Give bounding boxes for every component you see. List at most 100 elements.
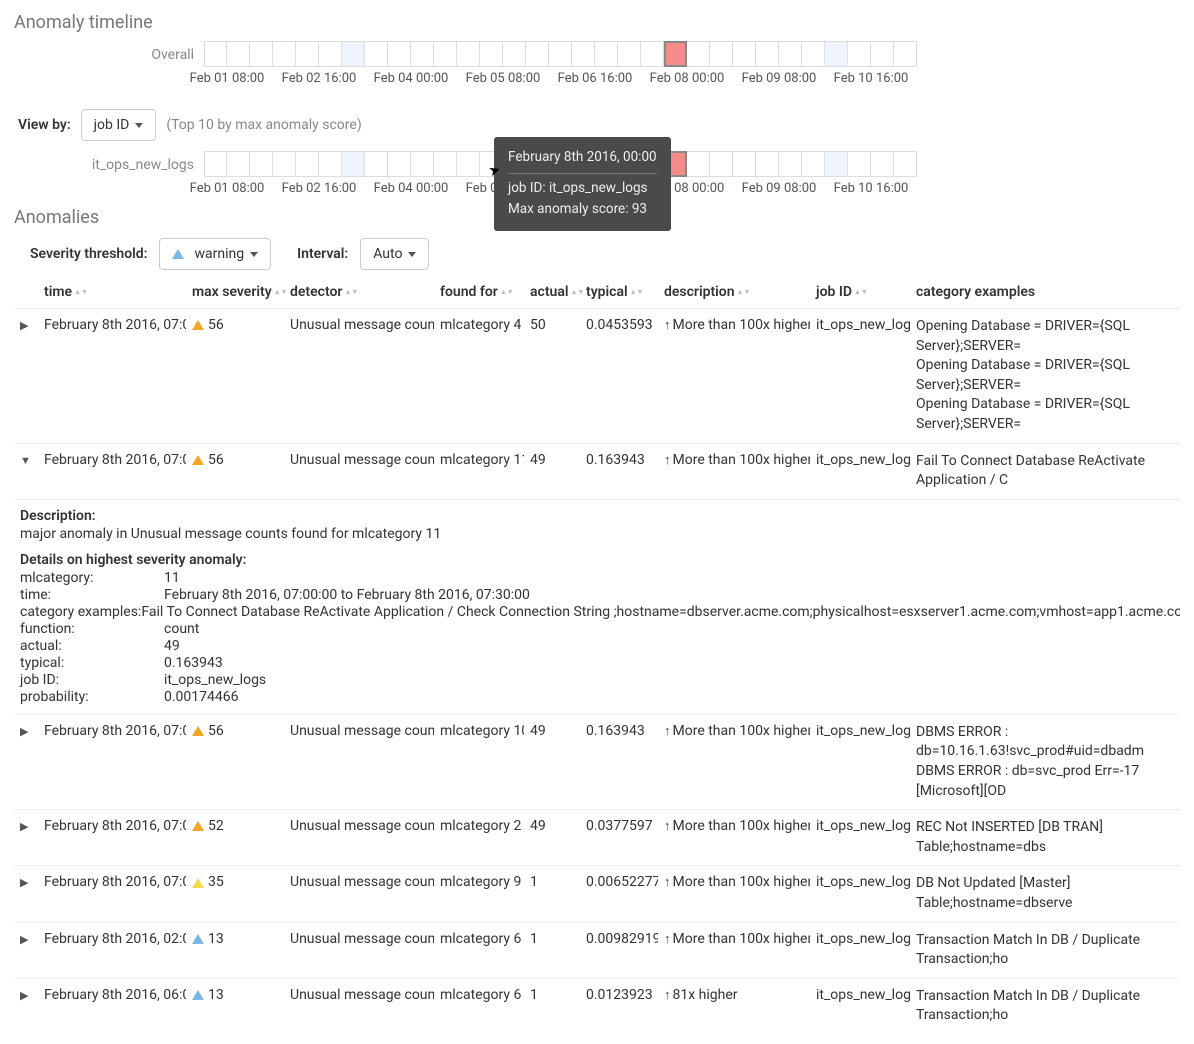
timeline-cell[interactable] <box>227 151 250 177</box>
table-row[interactable]: ▼February 8th 2016, 07:0056Unusual messa… <box>14 443 1180 499</box>
row-expander[interactable]: ▶ <box>20 933 36 946</box>
detail-key: function: <box>20 621 164 637</box>
detail-value: 49 <box>164 638 180 654</box>
timeline-cell[interactable] <box>342 151 365 177</box>
cell-found-for: mlcategory 10 <box>434 714 524 809</box>
cell-found-for: mlcategory 11 <box>434 443 524 499</box>
cell-typical: 0.0377597 <box>580 810 658 866</box>
col-max-severity[interactable]: max severity▲▼ <box>186 276 284 309</box>
timeline-cell[interactable] <box>434 41 457 67</box>
timeline-cell[interactable] <box>687 41 710 67</box>
timeline-cell[interactable] <box>894 41 917 67</box>
expanded-description-label: Description: <box>20 508 1174 524</box>
row-expander[interactable]: ▶ <box>20 319 36 332</box>
timeline-cell[interactable] <box>871 41 894 67</box>
timeline-cell[interactable] <box>526 41 549 67</box>
timeline-cell[interactable] <box>273 151 296 177</box>
viewby-label: View by: <box>18 117 71 133</box>
timeline-cell[interactable] <box>503 41 526 67</box>
col-job-id[interactable]: job ID▲▼ <box>810 276 910 309</box>
timeline-cell[interactable] <box>756 151 779 177</box>
timeline-cell[interactable] <box>710 41 733 67</box>
timeline-cell[interactable] <box>779 41 802 67</box>
viewby-selected: job ID <box>94 117 130 133</box>
timeline-cell[interactable] <box>802 41 825 67</box>
timeline-cell[interactable] <box>572 41 595 67</box>
cell-job-id: it_ops_new_logs <box>810 866 910 922</box>
timeline-cell[interactable] <box>733 151 756 177</box>
timeline-cell[interactable] <box>480 41 503 67</box>
cell-description: ↑More than 100x higher <box>658 714 810 809</box>
col-found-for[interactable]: found for▲▼ <box>434 276 524 309</box>
viewby-dropdown[interactable]: job ID <box>81 109 157 141</box>
timeline-cell[interactable] <box>871 151 894 177</box>
row-expander[interactable]: ▶ <box>20 876 36 889</box>
cell-severity: 35 <box>186 866 284 922</box>
timeline-cell[interactable] <box>296 151 319 177</box>
timeline-cell[interactable] <box>411 151 434 177</box>
timeline-cell[interactable] <box>618 41 641 67</box>
col-actual[interactable]: actual▲▼ <box>524 276 580 309</box>
timeline-cell[interactable] <box>802 151 825 177</box>
timeline-cell[interactable] <box>204 41 227 67</box>
timeline-cell[interactable] <box>848 41 871 67</box>
threshold-dropdown[interactable]: warning <box>159 238 271 270</box>
timeline-cell[interactable] <box>457 41 480 67</box>
timeline-cell[interactable] <box>319 41 342 67</box>
timeline-cell[interactable] <box>204 151 227 177</box>
overall-timeline-grid[interactable] <box>204 41 917 67</box>
table-header-row: time▲▼ max severity▲▼ detector▲▼ found f… <box>14 276 1180 309</box>
cell-found-for: mlcategory 2 <box>434 810 524 866</box>
timeline-cell[interactable] <box>319 151 342 177</box>
timeline-cell[interactable] <box>434 151 457 177</box>
table-row[interactable]: ▶February 8th 2016, 07:0056Unusual messa… <box>14 309 1180 444</box>
timeline-cell[interactable] <box>549 41 572 67</box>
table-row[interactable]: ▶February 8th 2016, 07:0056Unusual messa… <box>14 714 1180 809</box>
cell-actual: 1 <box>524 922 580 978</box>
timeline-cell[interactable] <box>641 41 664 67</box>
detail-value: Fail To Connect Database ReActivate Appl… <box>141 604 1180 620</box>
timeline-cell[interactable] <box>756 41 779 67</box>
timeline-cell[interactable] <box>779 151 802 177</box>
row-expander[interactable]: ▶ <box>20 820 36 833</box>
timeline-cell[interactable] <box>825 151 848 177</box>
col-typical[interactable]: typical▲▼ <box>580 276 658 309</box>
timeline-cell[interactable] <box>457 151 480 177</box>
interval-dropdown[interactable]: Auto <box>360 238 429 270</box>
timeline-cell[interactable] <box>894 151 917 177</box>
timeline-cell[interactable] <box>848 151 871 177</box>
axis-tick: Feb 01 08:00 <box>190 181 265 196</box>
cell-severity: 56 <box>186 714 284 809</box>
timeline-cell[interactable] <box>342 41 365 67</box>
timeline-cell[interactable] <box>365 151 388 177</box>
col-time[interactable]: time▲▼ <box>38 276 186 309</box>
cell-actual: 1 <box>524 978 580 1034</box>
timeline-cell[interactable] <box>687 151 710 177</box>
col-detector[interactable]: detector▲▼ <box>284 276 434 309</box>
table-row[interactable]: ▶February 8th 2016, 07:0052Unusual messa… <box>14 810 1180 866</box>
cell-actual: 49 <box>524 810 580 866</box>
timeline-cell[interactable] <box>388 151 411 177</box>
row-expander[interactable]: ▶ <box>20 725 36 738</box>
row-expander[interactable]: ▼ <box>20 454 36 467</box>
timeline-cell[interactable] <box>365 41 388 67</box>
timeline-cell[interactable] <box>388 41 411 67</box>
warning-icon <box>172 249 184 259</box>
timeline-cell[interactable] <box>296 41 319 67</box>
timeline-cell[interactable] <box>250 41 273 67</box>
timeline-cell[interactable] <box>273 41 296 67</box>
row-expander[interactable]: ▶ <box>20 989 36 1002</box>
timeline-cell[interactable] <box>227 41 250 67</box>
timeline-cell[interactable] <box>825 41 848 67</box>
timeline-cell[interactable] <box>595 41 618 67</box>
detail-value: February 8th 2016, 07:00:00 to February … <box>164 587 530 603</box>
timeline-cell[interactable] <box>250 151 273 177</box>
col-description[interactable]: description▲▼ <box>658 276 810 309</box>
table-row[interactable]: ▶February 8th 2016, 06:0013Unusual messa… <box>14 978 1180 1034</box>
table-row[interactable]: ▶February 8th 2016, 02:0013Unusual messa… <box>14 922 1180 978</box>
timeline-cell[interactable] <box>664 41 687 67</box>
table-row[interactable]: ▶February 8th 2016, 07:0035Unusual messa… <box>14 866 1180 922</box>
timeline-cell[interactable] <box>733 41 756 67</box>
timeline-cell[interactable] <box>411 41 434 67</box>
timeline-cell[interactable] <box>710 151 733 177</box>
